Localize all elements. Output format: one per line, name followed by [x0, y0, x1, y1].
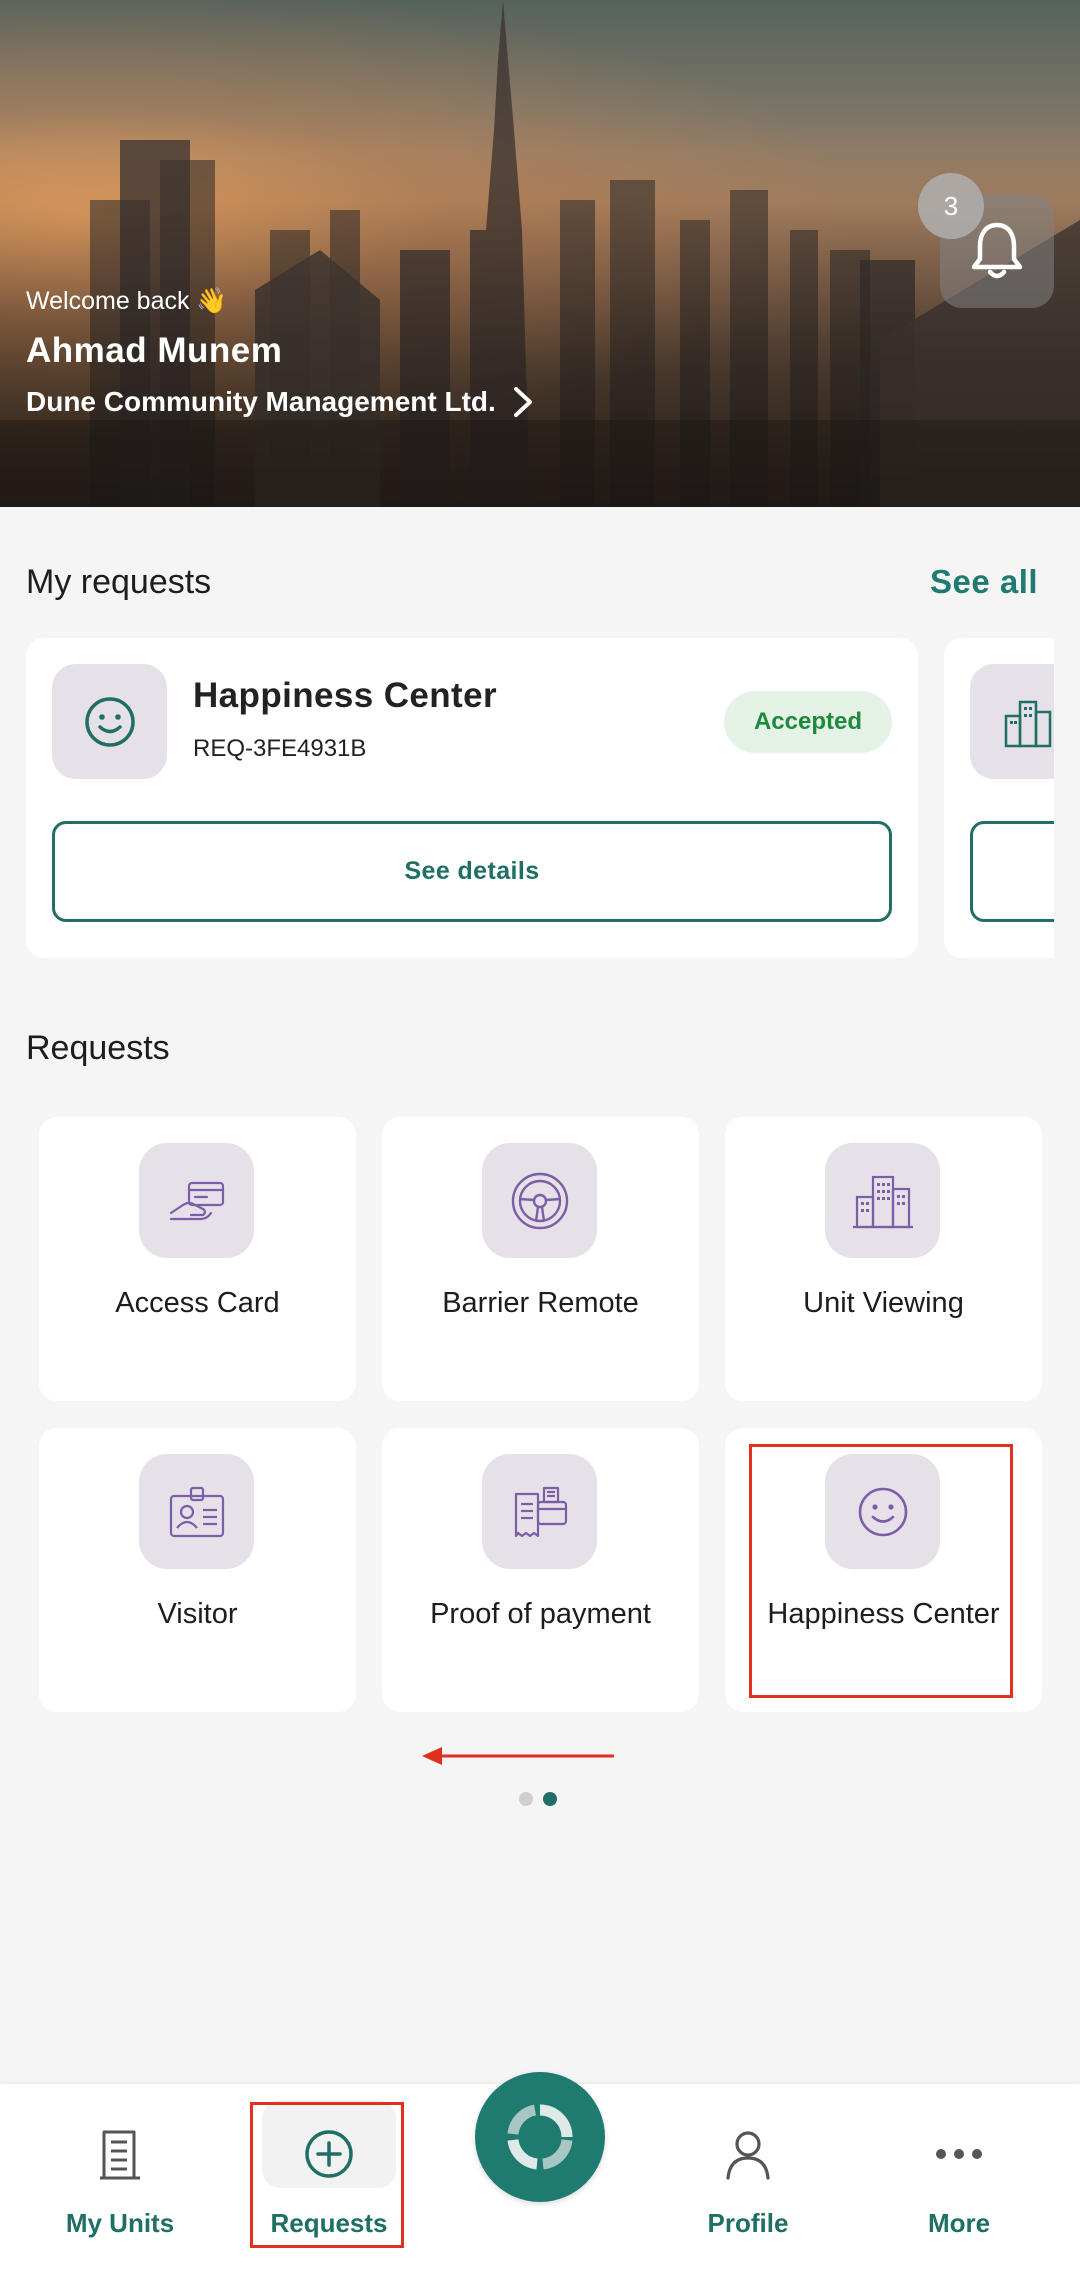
request-type-access-card[interactable]: Access Card: [39, 1117, 356, 1401]
access-card-icon: [169, 1181, 224, 1220]
request-type-proof-of-payment[interactable]: Proof of payment: [382, 1428, 699, 1712]
request-type-unit-viewing[interactable]: Unit Viewing: [725, 1117, 1042, 1401]
more-dots-icon: [936, 2149, 982, 2159]
chevron-right-icon: [513, 387, 532, 417]
grid-icon-box: [482, 1143, 597, 1258]
nav-label: My Units: [65, 2208, 175, 2238]
grid-label: Happiness Center: [767, 1598, 1000, 1630]
grid-icon-box: [139, 1143, 254, 1258]
nav-profile[interactable]: Profile: [648, 2084, 848, 2288]
request-icon-box: [52, 664, 167, 779]
page-dot[interactable]: [519, 1792, 533, 1806]
building-icon: [852, 1175, 913, 1228]
welcome-text: Welcome back 👋: [26, 287, 228, 315]
nav-label: Profile: [707, 2208, 789, 2238]
see-all-link[interactable]: See all: [930, 563, 1038, 601]
request-card[interactable]: [944, 638, 1054, 958]
see-details-button[interactable]: See details: [52, 821, 892, 922]
grid-icon-box: [825, 1143, 940, 1258]
hero-banner: [0, 0, 1080, 507]
nav-label: More: [927, 2208, 991, 2238]
status-badge: Accepted: [724, 691, 892, 753]
bell-icon: [971, 222, 1023, 279]
steering-wheel-icon: [511, 1172, 568, 1229]
see-details-button[interactable]: [970, 821, 1054, 922]
user-name: Ahmad Munem: [26, 331, 283, 370]
request-icon-box: [970, 664, 1054, 779]
user-icon: [726, 2131, 770, 2180]
nav-more[interactable]: More: [859, 2084, 1059, 2288]
grid-label: Access Card: [115, 1287, 280, 1319]
company-link[interactable]: Dune Community Management Ltd.: [26, 385, 538, 419]
app-logo-button[interactable]: [475, 2072, 605, 2202]
smiley-icon: [858, 1487, 907, 1536]
annotation-highlight-box: [250, 2102, 404, 2248]
grid-label: Visitor: [157, 1598, 238, 1630]
grid-icon-box: [482, 1454, 597, 1569]
my-requests-title: My requests: [26, 563, 212, 601]
smiley-icon: [84, 696, 135, 747]
app-logo-icon: [507, 2104, 573, 2170]
request-type-visitor[interactable]: Visitor: [39, 1428, 356, 1712]
swipe-left-arrow-icon: [422, 1747, 614, 1765]
grid-icon-box: [139, 1454, 254, 1569]
company-name: Dune Community Management Ltd.: [26, 386, 496, 417]
request-title: Happiness Center: [193, 676, 497, 715]
building-icon: [1004, 700, 1051, 747]
request-type-barrier-remote[interactable]: Barrier Remote: [382, 1117, 699, 1401]
grid-icon-box: [825, 1454, 940, 1569]
page-indicator: [519, 1792, 557, 1806]
grid-label: Barrier Remote: [442, 1287, 639, 1319]
building-icon: [100, 2130, 140, 2180]
request-type-happiness-center[interactable]: Happiness Center: [725, 1428, 1042, 1712]
grid-label: Proof of payment: [430, 1598, 651, 1630]
nav-my-units[interactable]: My Units: [20, 2084, 220, 2288]
requests-title: Requests: [26, 1029, 170, 1067]
notification-count-badge: 3: [918, 173, 984, 239]
page-dot-active[interactable]: [543, 1792, 557, 1806]
request-id: REQ-3FE4931B: [193, 735, 367, 762]
my-requests-carousel[interactable]: Happiness Center REQ-3FE4931B Accepted S…: [26, 638, 1054, 958]
receipt-card-icon: [514, 1486, 567, 1537]
id-badge-icon: [169, 1486, 224, 1537]
request-card[interactable]: Happiness Center REQ-3FE4931B Accepted S…: [26, 638, 918, 958]
grid-label: Unit Viewing: [803, 1287, 964, 1319]
hero-overlay: [0, 0, 1080, 507]
